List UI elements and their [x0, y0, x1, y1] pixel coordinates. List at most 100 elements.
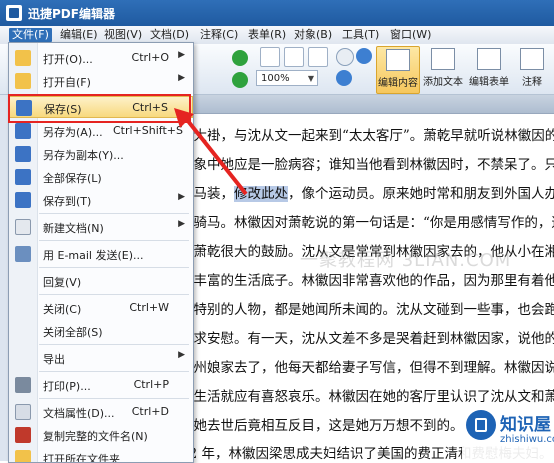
menu-item-print[interactable]: 打印(P)... Ctrl+P: [9, 374, 193, 396]
submenu-arrow-icon: ▶: [178, 73, 185, 83]
menu-item-save-to[interactable]: 保存到(T) ▶: [9, 189, 193, 211]
menu-item-document-properties[interactable]: 文档属性(D)... Ctrl+D: [9, 401, 193, 423]
app-title: 迅捷PDF编辑器: [28, 7, 115, 21]
menu-item-new-document[interactable]: 新建文档(N) ▶: [9, 216, 193, 238]
zoom-tool-icon[interactable]: [336, 48, 354, 66]
folder-open-icon: [15, 50, 31, 66]
menu-item-label: 打开自(F): [43, 76, 91, 89]
menu-item-label: 全部保存(L): [43, 172, 102, 185]
menu-item-open-from[interactable]: 打开自(F) ▶: [9, 70, 193, 92]
zoom-out-icon[interactable]: [356, 48, 372, 64]
menu-item-close[interactable]: 关闭(C) Ctrl+W: [9, 297, 193, 319]
menu-item-shortcut: Ctrl+O: [131, 51, 169, 64]
redo-icon[interactable]: [232, 50, 248, 66]
edit-content-button[interactable]: 编辑内容: [376, 46, 420, 94]
menu-item-copy-filename[interactable]: 复制完整的文件名(N): [9, 424, 193, 446]
edit-form-label: 编辑表单: [469, 77, 509, 88]
badge-logo-icon: [466, 410, 496, 440]
printer-icon: [15, 377, 31, 393]
copy-filename-icon: [15, 427, 31, 443]
refresh-icon[interactable]: [232, 72, 248, 88]
menu-item-label: 关闭(C): [43, 303, 82, 316]
menu-separator: [39, 213, 189, 214]
menu-item-shortcut: Ctrl+P: [133, 378, 169, 391]
add-text-label: 添加文本: [423, 77, 463, 88]
text-line: 去骑马。林徽因对萧乾说的第一句话是：“你是用感情写作的，这: [180, 215, 554, 231]
menu-item-shortcut: Ctrl+D: [131, 405, 169, 418]
menu-item-label: 打开所在文件夹: [43, 453, 120, 463]
highlight-frame: [8, 94, 191, 123]
left-panel-strip: [0, 95, 8, 461]
menu-window[interactable]: 窗口(W): [390, 28, 431, 42]
menu-separator: [39, 398, 189, 399]
menu-item-label: 保存到(T): [43, 195, 92, 208]
menu-file[interactable]: 文件(F): [9, 28, 52, 42]
badge-url: zhishiwu.com: [500, 434, 554, 445]
comment-icon: [520, 48, 544, 70]
text-line: ，生活就应有喜怒哀乐。林徽因在她的客厅里认识了沈从文和萧: [180, 389, 554, 405]
save-copy-icon: [15, 146, 31, 162]
watermark-badge: 知识屋 zhishiwu.com: [462, 404, 554, 461]
text-segment: ，像个运动员。原来她时常和朋友到外国人办: [288, 186, 554, 202]
menu-item-save-all[interactable]: 全部保存(L): [9, 166, 193, 188]
zoom-select[interactable]: 100% ▼: [256, 70, 318, 86]
text-line: 寻求安慰。有一天，沈从文差不多是哭着赶到林徽因家，说他的: [180, 331, 554, 347]
comment-button[interactable]: 注释: [514, 46, 550, 92]
menu-item-close-all[interactable]: 关闭全部(S): [9, 320, 193, 342]
folder-icon: [15, 73, 31, 89]
menu-separator: [39, 267, 189, 268]
save-all-icon: [15, 169, 31, 185]
menu-separator: [39, 294, 189, 295]
menu-separator: [39, 344, 189, 345]
menu-item-label: 导出: [43, 353, 65, 366]
document-properties-icon: [15, 404, 31, 420]
title-bar: 迅捷PDF编辑器: [0, 0, 554, 26]
save-as-icon: [15, 123, 31, 139]
add-text-icon: [431, 48, 455, 70]
menu-item-label: 打开(O)...: [43, 53, 93, 66]
menu-item-label: 用 E-mail 发送(E)...: [43, 249, 144, 262]
badge-title: 知识屋: [500, 415, 551, 435]
menu-form[interactable]: 表单(R): [248, 28, 286, 42]
email-icon: [15, 246, 31, 262]
text-line: 苏州娘家去了，他每天都给妻子写信，但得不到理解。林徽因说: [180, 360, 554, 376]
comment-label: 注释: [522, 77, 542, 88]
menu-item-send-email[interactable]: 用 E-mail 发送(E)...: [9, 243, 193, 265]
text-line: 在她去世后竟相互反目，这是她万万想不到的。: [180, 418, 464, 434]
menu-item-label: 关闭全部(S): [43, 326, 103, 339]
menu-item-shortcut: Ctrl+W: [129, 301, 169, 314]
menu-item-label: 文档属性(D)...: [43, 407, 115, 420]
add-text-button[interactable]: 添加文本: [422, 46, 464, 92]
menu-item-label: 另存为(A)...: [43, 126, 103, 139]
edit-form-button[interactable]: 编辑表单: [468, 46, 510, 92]
submenu-arrow-icon: ▶: [178, 219, 185, 229]
menu-item-label: 新建文档(N): [43, 222, 104, 235]
menu-item-label: 另存为副本(Y)...: [43, 149, 124, 162]
menu-item-label: 复制完整的文件名(N): [43, 430, 148, 443]
menu-item-open[interactable]: 打开(O)... Ctrl+O ▶: [9, 47, 193, 69]
menu-edit[interactable]: 编辑(E): [60, 28, 98, 42]
menu-item-label: 回复(V): [43, 276, 82, 289]
menu-item-export[interactable]: 导出 ▶: [9, 347, 193, 369]
chevron-down-icon: ▼: [307, 74, 314, 83]
menu-object[interactable]: 对象(B): [294, 28, 332, 42]
fit-page-icon[interactable]: [284, 47, 304, 67]
edit-form-icon: [477, 48, 501, 70]
text-line: 很特别的人物，都是她闻所未闻的。沈从文碰到一些事，也会跑: [180, 302, 554, 318]
menu-view[interactable]: 视图(V): [104, 28, 142, 42]
menu-item-revert[interactable]: 回复(V): [9, 270, 193, 292]
menu-item-save-copy[interactable]: 另存为副本(Y)...: [9, 143, 193, 165]
menu-tools[interactable]: 工具(T): [342, 28, 379, 42]
watermark-text: 一聚教程网 3LIAN.COM: [300, 250, 512, 271]
menu-item-save-as[interactable]: 另存为(A)... Ctrl+Shift+S: [9, 120, 193, 142]
menu-document[interactable]: 文档(D): [150, 28, 189, 42]
actual-size-icon[interactable]: [260, 47, 280, 67]
submenu-arrow-icon: ▶: [178, 350, 185, 360]
annotation-arrow-icon: [174, 108, 248, 196]
edit-content-label: 编辑内容: [378, 78, 418, 89]
menu-separator: [39, 371, 189, 372]
zoom-in-icon[interactable]: [336, 70, 352, 86]
menu-comment[interactable]: 注释(C): [200, 28, 238, 42]
menu-separator: [39, 240, 189, 241]
fit-width-icon[interactable]: [308, 47, 328, 67]
